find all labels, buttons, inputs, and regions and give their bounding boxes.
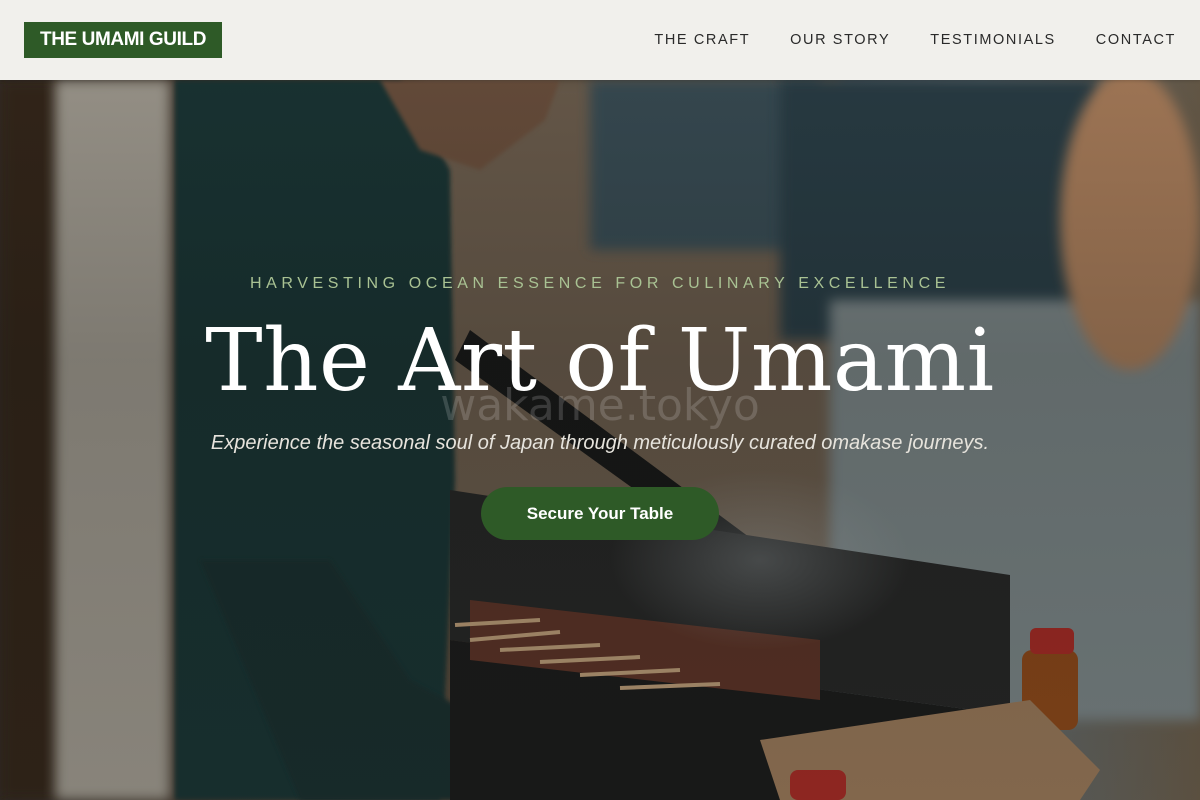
nav-link-our-story[interactable]: OUR STORY (790, 32, 890, 48)
nav-link-testimonials[interactable]: TESTIMONIALS (930, 32, 1056, 48)
hero-tagline: HARVESTING OCEAN ESSENCE FOR CULINARY EX… (249, 275, 951, 292)
site-logo[interactable]: THE UMAMI GUILD (24, 22, 223, 58)
secure-table-button[interactable]: Secure Your Table (481, 487, 719, 540)
main-nav: THE CRAFT OUR STORY TESTIMONIALS CONTACT (654, 0, 1176, 80)
nav-link-contact[interactable]: CONTACT (1096, 32, 1176, 48)
nav-link-the-craft[interactable]: THE CRAFT (654, 32, 750, 48)
page: THE UMAMI GUILD THE CRAFT OUR STORY TEST… (0, 0, 1200, 800)
hero-section: HARVESTING OCEAN ESSENCE FOR CULINARY EX… (0, 0, 1200, 800)
site-header: THE UMAMI GUILD THE CRAFT OUR STORY TEST… (0, 0, 1200, 80)
hero-title: The Art of Umami (205, 311, 995, 411)
hero-subtitle: Experience the seasonal soul of Japan th… (210, 432, 990, 454)
